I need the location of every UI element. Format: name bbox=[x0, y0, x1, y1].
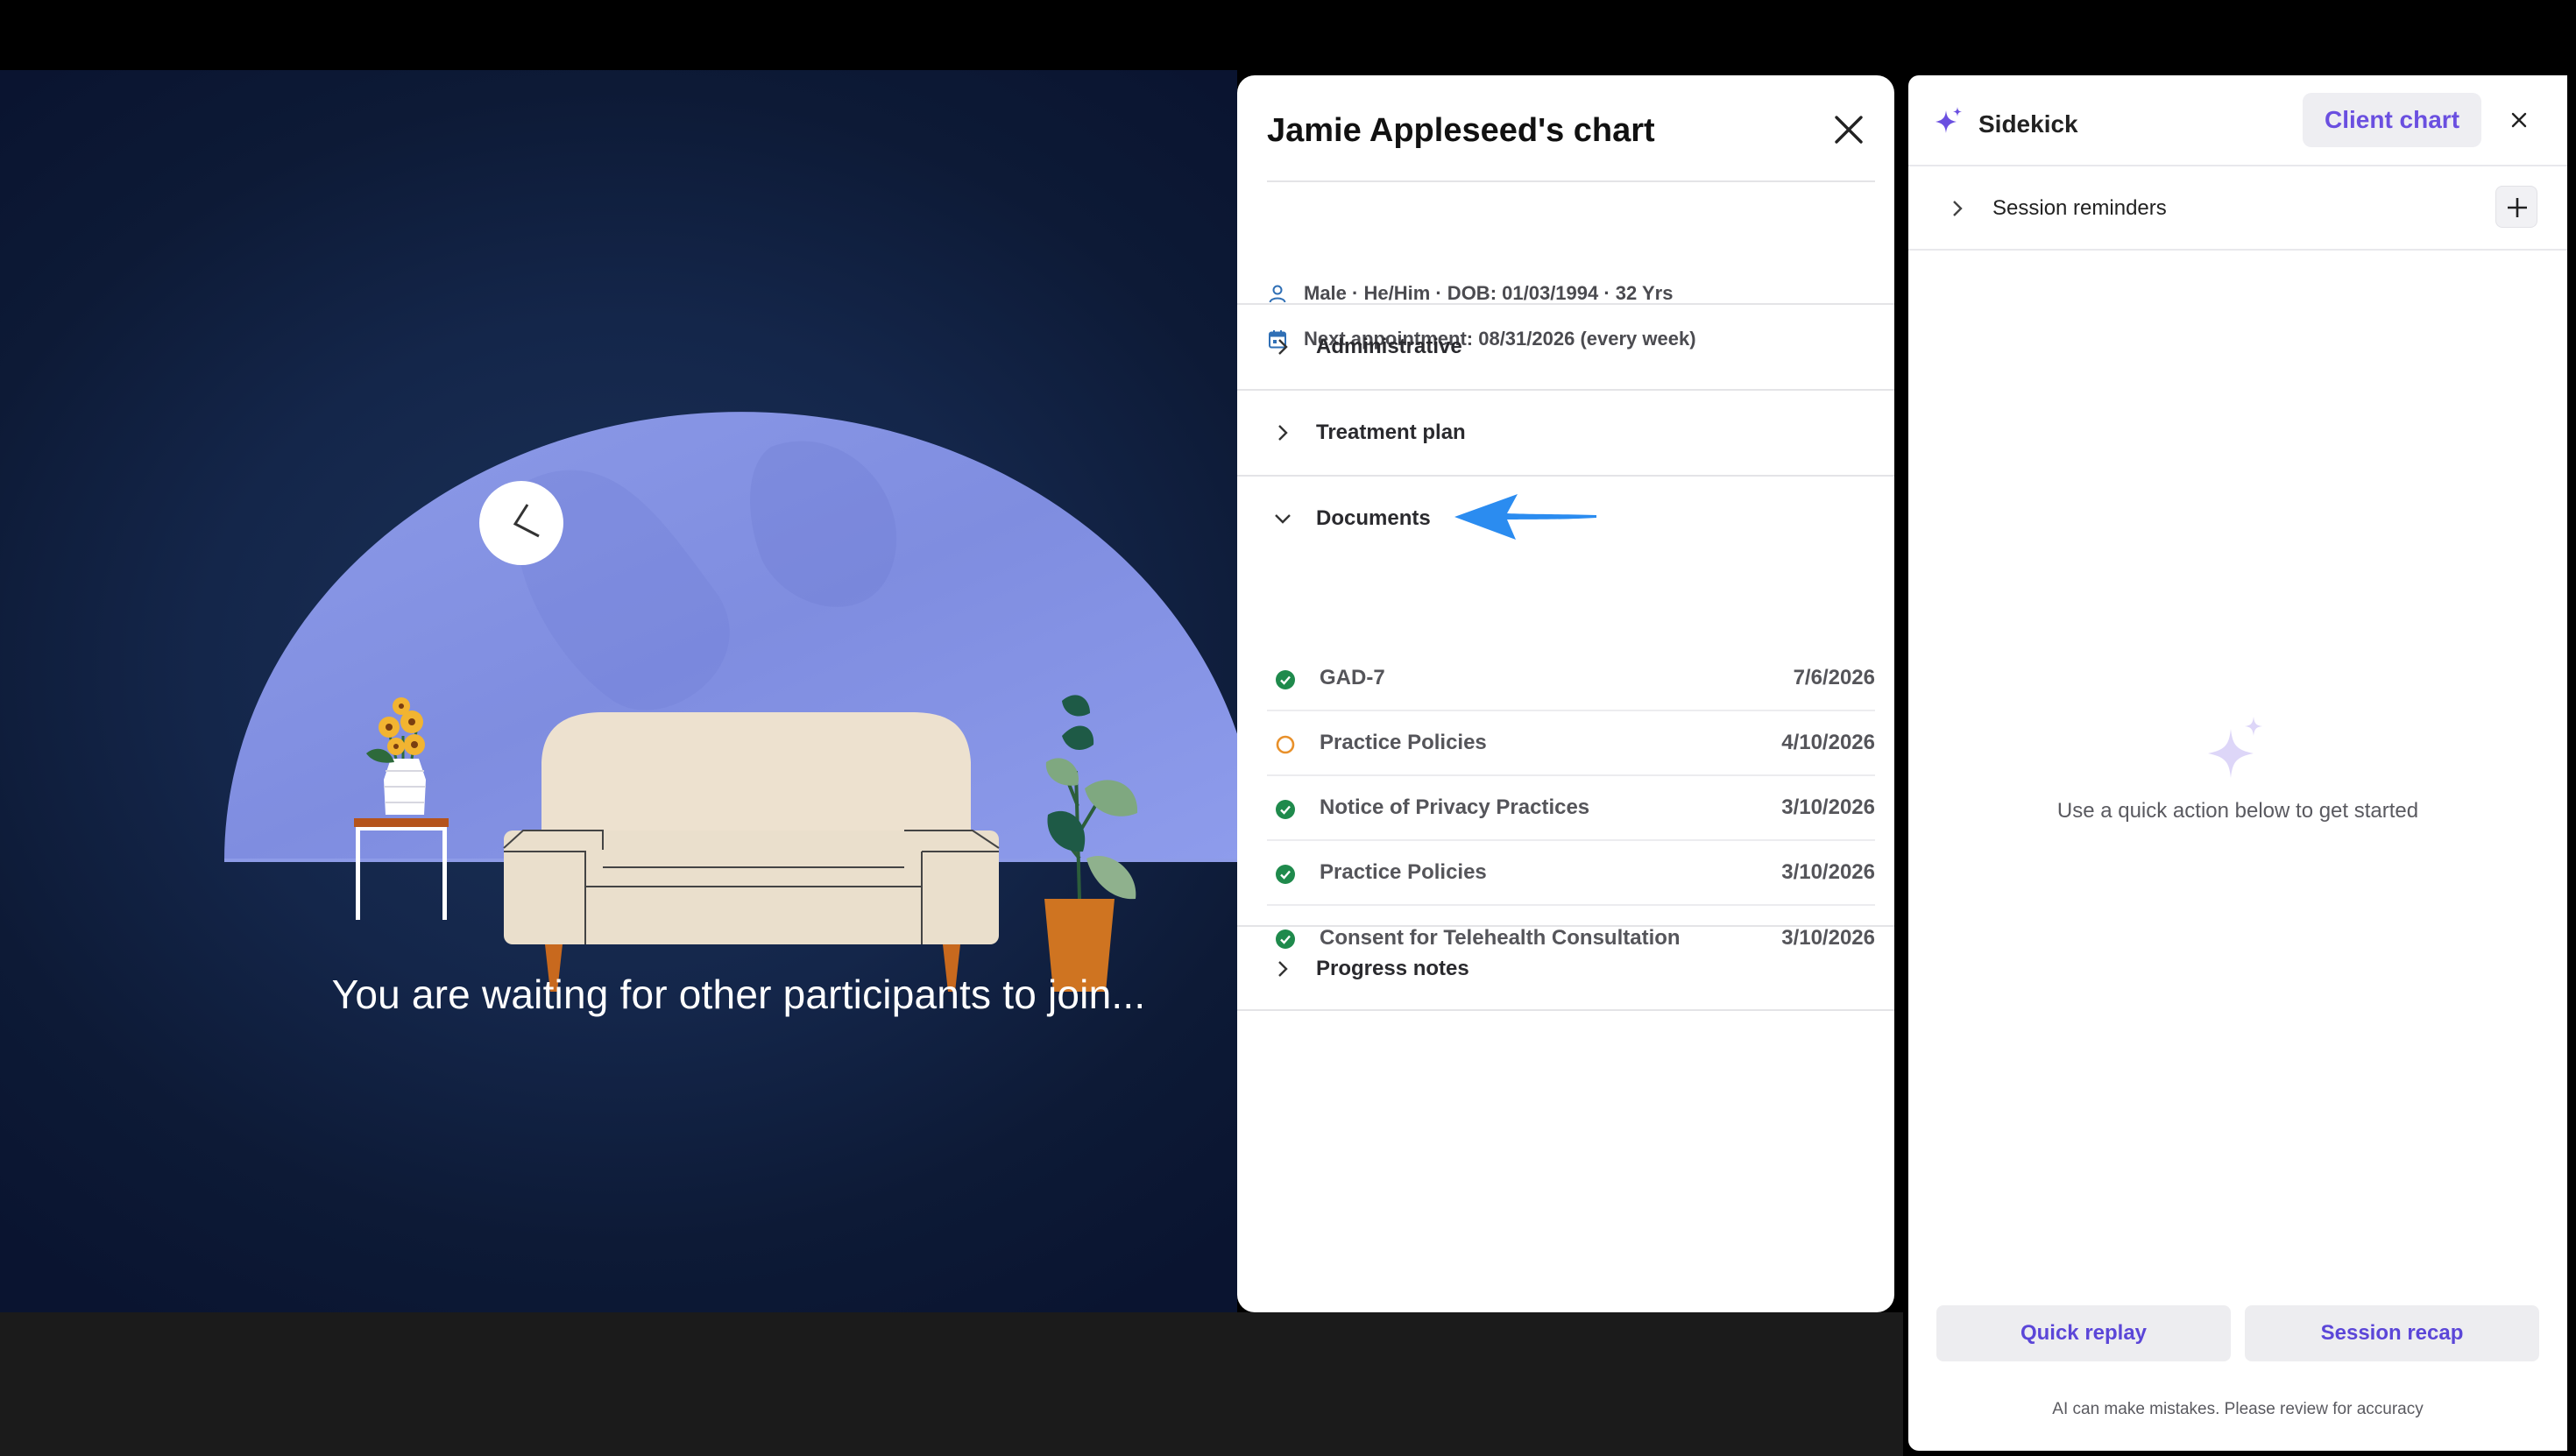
chart-header: Jamie Appleseed's chart bbox=[1267, 75, 1875, 182]
progress-notes-toggle[interactable]: Progress notes bbox=[1237, 927, 1894, 1011]
document-item[interactable]: GAD-7 7/6/2026 bbox=[1267, 647, 1875, 711]
section-progress-notes: Progress notes bbox=[1237, 925, 1894, 1011]
plus-icon bbox=[2508, 198, 2527, 217]
document-name: GAD-7 bbox=[1320, 666, 1385, 689]
section-label: Treatment plan bbox=[1316, 421, 1466, 444]
document-date: 3/10/2026 bbox=[1781, 795, 1875, 819]
chevron-down-icon bbox=[1275, 514, 1291, 524]
chart-title: Jamie Appleseed's chart bbox=[1267, 112, 1655, 149]
patient-info-row: Male · He/Him · DOB: 01/03/1994 · 32 Yrs bbox=[1267, 282, 1673, 305]
sidekick-header: Sidekick Client chart bbox=[1908, 75, 2567, 166]
section-treatment-plan: Treatment plan bbox=[1237, 389, 1894, 475]
chevron-right-icon bbox=[1953, 201, 1963, 216]
pending-circle-icon bbox=[1276, 735, 1295, 754]
document-name: Practice Policies bbox=[1320, 860, 1487, 884]
administrative-toggle[interactable]: Administrative bbox=[1237, 305, 1894, 389]
document-item[interactable]: Practice Policies 4/10/2026 bbox=[1267, 711, 1875, 776]
sparkle-icon bbox=[1936, 107, 1962, 133]
waiting-room-illustration bbox=[224, 412, 1237, 992]
video-area: You are waiting for other participants t… bbox=[0, 70, 1237, 1312]
section-label: Documents bbox=[1316, 506, 1431, 530]
check-circle-icon bbox=[1276, 670, 1295, 689]
person-icon bbox=[1269, 285, 1286, 303]
documents-list: GAD-7 7/6/2026 Practice Policies 4/10/20… bbox=[1267, 647, 1875, 971]
annotation-arrow-icon bbox=[1454, 494, 1596, 540]
chevron-right-icon bbox=[1278, 425, 1288, 441]
close-icon[interactable] bbox=[1831, 112, 1866, 147]
session-reminders-label: Session reminders bbox=[1992, 196, 2167, 220]
section-administrative: Administrative bbox=[1237, 303, 1894, 389]
sparkle-icon bbox=[2208, 717, 2262, 778]
document-name: Practice Policies bbox=[1320, 731, 1487, 754]
section-label: Administrative bbox=[1316, 335, 1462, 358]
close-icon[interactable] bbox=[2508, 109, 2530, 131]
session-reminders-row[interactable]: Session reminders bbox=[1908, 166, 2567, 251]
document-item[interactable]: Practice Policies 3/10/2026 bbox=[1267, 841, 1875, 906]
waiting-message: You are waiting for other participants t… bbox=[331, 972, 1146, 1017]
ai-disclaimer: AI can make mistakes. Please review for … bbox=[2052, 1400, 2424, 1418]
quick-replay-button[interactable]: Quick replay bbox=[1936, 1305, 2231, 1361]
check-circle-icon bbox=[1276, 800, 1295, 819]
section-label: Progress notes bbox=[1316, 957, 1469, 980]
patient-info: Male · He/Him · DOB: 01/03/1994 · 32 Yrs bbox=[1304, 282, 1674, 304]
document-item[interactable]: Notice of Privacy Practices 3/10/2026 bbox=[1267, 776, 1875, 841]
client-chart-tab[interactable]: Client chart bbox=[2303, 93, 2481, 147]
empty-state-message: Use a quick action below to get started bbox=[2056, 799, 2419, 823]
meeting-control-bar bbox=[0, 1312, 1903, 1456]
add-reminder-button[interactable] bbox=[2495, 186, 2537, 228]
chevron-right-icon bbox=[1278, 961, 1288, 977]
chevron-right-icon bbox=[1278, 339, 1288, 355]
sidekick-panel: Sidekick Client chart Session reminders … bbox=[1908, 75, 2567, 1451]
treatment-plan-toggle[interactable]: Treatment plan bbox=[1237, 391, 1894, 475]
session-recap-button[interactable]: Session recap bbox=[2245, 1305, 2539, 1361]
client-chart-panel: Jamie Appleseed's chart Male · He/Him · … bbox=[1237, 75, 1894, 1312]
document-date: 4/10/2026 bbox=[1781, 731, 1875, 754]
document-date: 3/10/2026 bbox=[1781, 860, 1875, 884]
sofa bbox=[503, 712, 1000, 992]
sidekick-title: Sidekick bbox=[1978, 110, 2078, 138]
wall-clock bbox=[479, 481, 563, 565]
document-name: Notice of Privacy Practices bbox=[1320, 795, 1590, 819]
document-date: 7/6/2026 bbox=[1793, 666, 1875, 689]
check-circle-icon bbox=[1276, 865, 1295, 884]
